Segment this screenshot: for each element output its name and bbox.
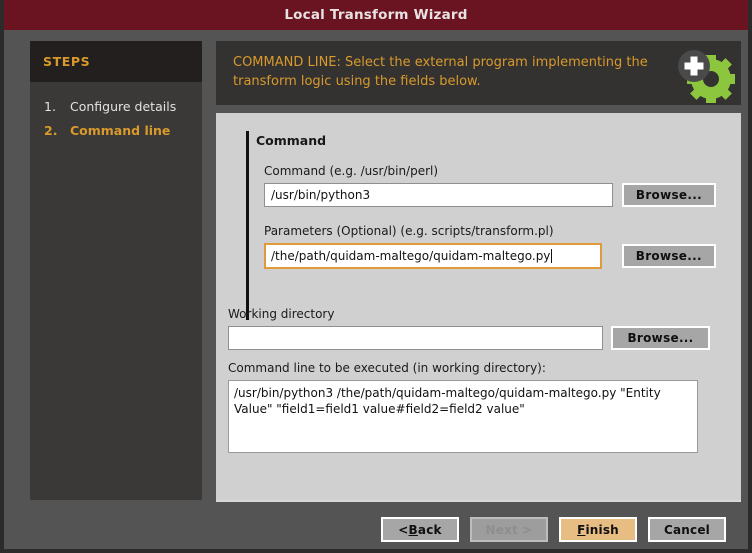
group-accent-bar bbox=[246, 145, 249, 320]
gear-plus-icon bbox=[678, 50, 735, 103]
working-directory-row: Browse... bbox=[228, 326, 728, 350]
back-button[interactable]: < Back bbox=[381, 517, 459, 542]
next-button: Next > bbox=[470, 517, 548, 542]
instruction-banner: COMMAND LINE: Select the external progra… bbox=[216, 41, 741, 105]
steps-list: 1. Configure details 2. Command line bbox=[30, 82, 202, 142]
parameters-row: /the/path/quidam-maltego/quidam-maltego.… bbox=[264, 243, 716, 269]
working-directory-input[interactable] bbox=[228, 326, 603, 350]
back-post: ack bbox=[417, 522, 442, 537]
command-browse-button[interactable]: Browse... bbox=[621, 183, 717, 207]
title-bar: Local Transform Wizard bbox=[4, 0, 748, 30]
group-title: Command bbox=[246, 131, 716, 151]
parameters-label: Parameters (Optional) (e.g. scripts/tran… bbox=[264, 224, 554, 238]
command-input[interactable]: /usr/bin/python3 bbox=[264, 183, 613, 207]
step-number: 1. bbox=[44, 98, 56, 114]
finish-button[interactable]: Finish bbox=[559, 517, 637, 542]
step-label: Command line bbox=[70, 122, 171, 138]
working-directory-browse-button[interactable]: Browse... bbox=[611, 326, 710, 350]
footer-separator bbox=[216, 500, 741, 502]
finish-accel: F bbox=[577, 522, 586, 537]
finish-post: inish bbox=[585, 522, 619, 537]
back-accel: B bbox=[408, 522, 418, 537]
sidebar-step-configure-details[interactable]: 1. Configure details bbox=[30, 94, 202, 118]
command-line-preview-text: /usr/bin/python3 /the/path/quidam-malteg… bbox=[228, 380, 698, 453]
command-line-preview-section: Command line to be executed (in working … bbox=[228, 361, 728, 453]
parameters-input-value: /the/path/quidam-maltego/quidam-maltego.… bbox=[271, 249, 551, 263]
steps-header: STEPS bbox=[30, 41, 202, 82]
sidebar-step-command-line[interactable]: 2. Command line bbox=[30, 118, 202, 142]
command-group: Command Command (e.g. /usr/bin/perl) /us… bbox=[246, 131, 717, 320]
working-directory-label: Working directory bbox=[228, 307, 335, 321]
wizard-footer: < Back Next > Finish Cancel bbox=[4, 510, 748, 549]
instruction-text: COMMAND LINE: Select the external progra… bbox=[233, 55, 648, 89]
working-directory-section: Working directory Browse... bbox=[228, 307, 728, 350]
command-line-preview-label: Command line to be executed (in working … bbox=[228, 361, 546, 375]
cancel-button[interactable]: Cancel bbox=[648, 517, 726, 542]
command-input-value: /usr/bin/python3 bbox=[271, 188, 371, 202]
text-caret bbox=[551, 249, 553, 263]
steps-header-label: STEPS bbox=[43, 54, 91, 69]
step-label: Configure details bbox=[70, 98, 177, 114]
step-number: 2. bbox=[44, 122, 58, 138]
command-label: Command (e.g. /usr/bin/perl) bbox=[264, 164, 439, 178]
parameters-input[interactable]: /the/path/quidam-maltego/quidam-maltego.… bbox=[264, 243, 602, 269]
back-pre: < bbox=[398, 522, 409, 537]
wizard-window: Local Transform Wizard STEPS 1. Configur… bbox=[0, 0, 752, 553]
content-panel: Command Command (e.g. /usr/bin/perl) /us… bbox=[216, 113, 741, 500]
window-title: Local Transform Wizard bbox=[284, 7, 468, 23]
steps-sidebar: STEPS 1. Configure details 2. Command li… bbox=[30, 41, 202, 500]
parameters-browse-button[interactable]: Browse... bbox=[621, 244, 716, 268]
command-row: /usr/bin/python3 Browse... bbox=[264, 183, 717, 207]
